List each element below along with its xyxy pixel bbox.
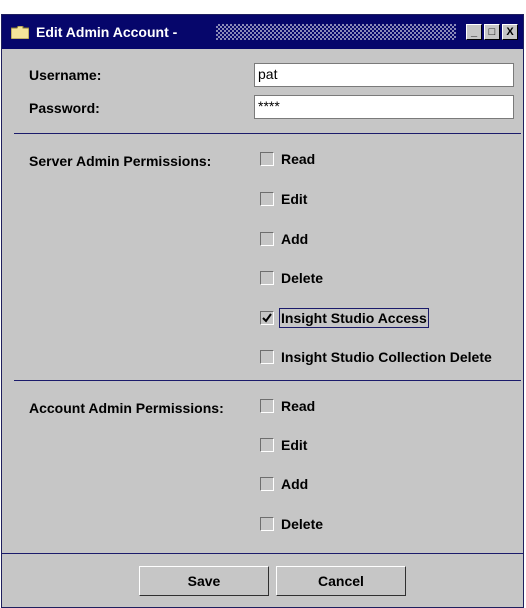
- account-add-label: Add: [281, 476, 309, 492]
- title-bar[interactable]: Edit Admin Account - _ □ X: [2, 15, 523, 49]
- server-read-label: Read: [281, 151, 316, 167]
- account-edit-label: Edit: [281, 437, 308, 453]
- account-read-checkbox[interactable]: [260, 399, 274, 413]
- checkmark-icon: [262, 313, 272, 323]
- account-add-checkbox[interactable]: [260, 477, 274, 491]
- server-add-checkbox[interactable]: [260, 232, 274, 246]
- button-bar: Save Cancel: [2, 553, 523, 608]
- server-delete-checkbox[interactable]: [260, 271, 274, 285]
- separator: [14, 133, 521, 134]
- account-admin-permissions-label: Account Admin Permissions:: [29, 400, 224, 416]
- insight-studio-collection-delete-checkbox[interactable]: [260, 350, 274, 364]
- server-admin-permissions-label: Server Admin Permissions:: [29, 153, 212, 169]
- insight-studio-access-checkbox[interactable]: [260, 311, 274, 325]
- server-add-label: Add: [281, 231, 309, 247]
- account-delete-checkbox[interactable]: [260, 517, 274, 531]
- password-field[interactable]: ****: [254, 95, 514, 119]
- minimize-button[interactable]: _: [466, 24, 482, 40]
- window-title: Edit Admin Account -: [36, 24, 178, 40]
- server-read-checkbox[interactable]: [260, 152, 274, 166]
- cancel-button[interactable]: Cancel: [276, 566, 406, 596]
- account-delete-label: Delete: [281, 516, 324, 532]
- insight-studio-access-label: Insight Studio Access: [279, 308, 429, 328]
- maximize-button[interactable]: □: [484, 24, 500, 40]
- server-edit-checkbox[interactable]: [260, 192, 274, 206]
- folder-icon: [11, 26, 29, 39]
- server-delete-label: Delete: [281, 270, 324, 286]
- insight-studio-collection-delete-label: Insight Studio Collection Delete: [281, 349, 492, 365]
- password-label: Password:: [29, 100, 100, 116]
- edit-admin-account-dialog: Edit Admin Account - _ □ X Username: pat…: [1, 14, 524, 608]
- username-field[interactable]: pat: [254, 63, 514, 87]
- account-edit-checkbox[interactable]: [260, 438, 274, 452]
- account-read-label: Read: [281, 398, 316, 414]
- server-edit-label: Edit: [281, 191, 308, 207]
- close-button[interactable]: X: [502, 24, 518, 40]
- save-button[interactable]: Save: [139, 566, 269, 596]
- username-label: Username:: [29, 67, 102, 83]
- separator: [14, 380, 521, 381]
- title-bar-pattern: [216, 24, 456, 40]
